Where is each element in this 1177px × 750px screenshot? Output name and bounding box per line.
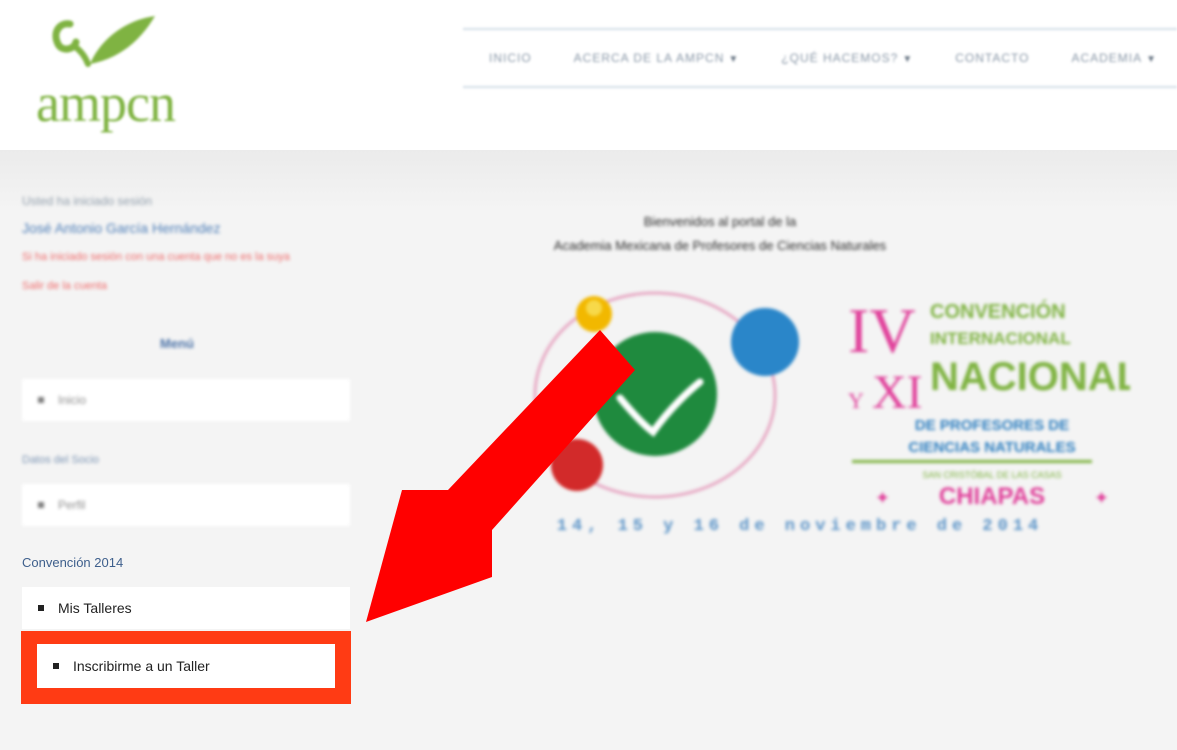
menu-item-label: Inscribirme a un Taller (73, 658, 210, 674)
site-header: ampcn INICIO ACERCA DE LA AMPCN ▼ ¿QUÉ HA… (0, 0, 1177, 150)
banner-internacional: INTERNACIONAL (930, 329, 1071, 348)
user-name-link[interactable]: José Antonio García Hernández (22, 220, 220, 236)
caret-down-icon: ▼ (1146, 54, 1158, 65)
menu-item-inicio[interactable]: Inicio (22, 379, 350, 421)
welcome-message: Bienvenidos al portal de la Academia Mex… (430, 210, 1010, 258)
banner-roman-iv: IV (848, 295, 916, 366)
welcome-line-1: Bienvenidos al portal de la (643, 214, 797, 229)
banner-nacional: NACIONAL (930, 355, 1130, 399)
ampcn-logo[interactable]: ampcn (30, 10, 220, 133)
menu-title: Menú (160, 336, 194, 351)
banner-chiapas: CHIAPAS (939, 483, 1045, 510)
session-label: Usted ha iniciado sesión (22, 194, 153, 208)
banner-dates: 14, 15 y 16 de noviembre de 2014 (557, 517, 1043, 536)
section-title-datos: Datos del Socio (22, 454, 100, 466)
caret-down-icon: ▼ (902, 54, 914, 65)
convention-banner: IV Y XI CONVENCIÓN INTERNACIONAL NACIONA… (470, 290, 1141, 550)
nav-contacto[interactable]: CONTACTO (955, 51, 1029, 65)
sidebar: Usted ha iniciado sesión José Antonio Ga… (0, 150, 360, 750)
nav-inicio[interactable]: INICIO (489, 51, 532, 65)
banner-ornament-left: ✦ (875, 488, 890, 508)
menu-item-label: Inicio (58, 393, 87, 407)
banner-roman-xi: XI (872, 366, 923, 419)
nav-acerca[interactable]: ACERCA DE LA AMPCN ▼ (574, 51, 740, 65)
menu-item-label: Mis Talleres (58, 600, 132, 616)
caret-down-icon: ▼ (728, 54, 740, 65)
banner-convencion: CONVENCIÓN (930, 299, 1066, 323)
banner-y: Y (848, 388, 864, 413)
leaf-logo-icon (52, 16, 155, 67)
menu-item-inscribirme[interactable]: Inscribirme a un Taller (37, 644, 335, 688)
section-title-convencion: Convención 2014 (22, 555, 124, 570)
nav-academia[interactable]: ACADEMIA ▼ (1071, 51, 1157, 65)
logout-link[interactable]: Salir de la cuenta (22, 280, 107, 292)
menu-item-perfil[interactable]: Perfil (22, 484, 350, 526)
nav-que-hacemos[interactable]: ¿QUÉ HACEMOS? ▼ (781, 51, 913, 65)
convention-banner-image: IV Y XI CONVENCIÓN INTERNACIONAL NACIONA… (533, 291, 1141, 536)
menu-item-mis-talleres[interactable]: Mis Talleres (22, 587, 350, 629)
not-you-link[interactable]: Si ha iniciado sesión con una cuenta que… (22, 251, 290, 263)
welcome-line-2: Academia Mexicana de Profesores de Cienc… (553, 238, 887, 253)
bullet-icon (53, 663, 59, 669)
top-navigation: INICIO ACERCA DE LA AMPCN ▼ ¿QUÉ HACEMOS?… (463, 28, 1177, 88)
logo-text: ampcn (36, 73, 176, 133)
bullet-icon (38, 502, 44, 508)
menu-item-label: Perfil (58, 498, 86, 512)
page-content: Usted ha iniciado sesión José Antonio Ga… (0, 150, 1177, 750)
bullet-icon (38, 397, 44, 403)
banner-de-profesores: DE PROFESORES DE (915, 417, 1069, 434)
banner-ciencias: CIENCIAS NATURALES (908, 439, 1075, 456)
bullet-icon (38, 605, 44, 611)
banner-ornament-right: ✦ (1094, 488, 1109, 508)
banner-sede: SAN CRISTÓBAL DE LAS CASAS (922, 470, 1061, 480)
